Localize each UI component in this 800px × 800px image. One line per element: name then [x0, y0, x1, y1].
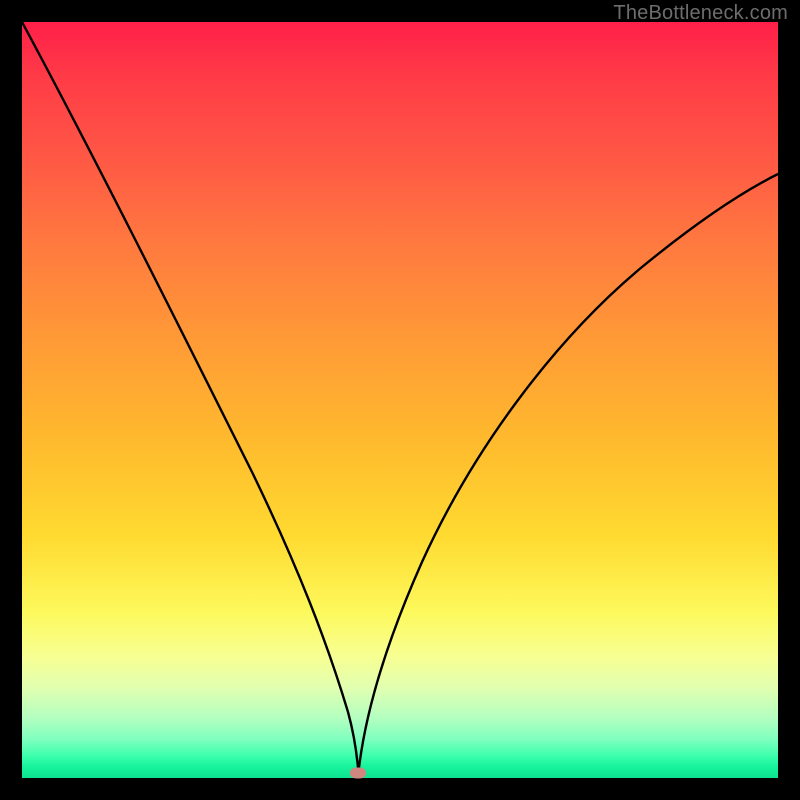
curve-left-branch — [22, 22, 358, 773]
minimum-marker — [350, 767, 366, 778]
bottleneck-curve — [22, 22, 778, 778]
chart-frame — [22, 22, 778, 778]
curve-right-branch — [358, 174, 778, 773]
